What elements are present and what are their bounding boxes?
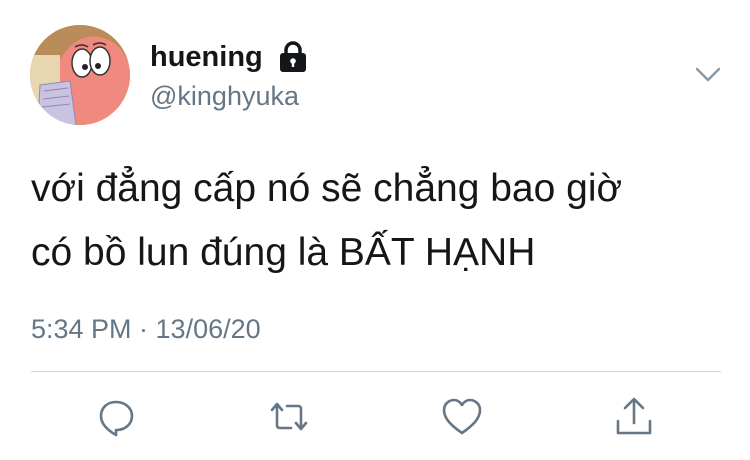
share-button[interactable] — [612, 395, 656, 439]
lock-icon — [280, 41, 306, 72]
chevron-down-icon[interactable] — [692, 60, 724, 88]
share-icon — [616, 397, 652, 435]
user-handle[interactable]: @kinghyuka — [150, 80, 299, 112]
timestamp[interactable]: 5:34 PM · 13/06/20 — [31, 313, 261, 345]
divider — [31, 371, 721, 372]
tweet-text: với đẳng cấp nó sẽ chẳng bao giờ có bồ l… — [31, 157, 731, 285]
tweet-text-line: có bồ lun đúng là BẤT HẠNH — [31, 231, 536, 274]
avatar-image — [30, 25, 130, 125]
tweet-card: huening @kinghyuka với đẳng cấp nó sẽ ch… — [0, 0, 750, 460]
like-button[interactable] — [440, 395, 484, 439]
retweet-button[interactable] — [267, 395, 311, 439]
display-name[interactable]: huening — [150, 40, 263, 74]
retweet-icon — [270, 402, 308, 431]
reply-button[interactable] — [96, 395, 140, 439]
avatar[interactable] — [30, 25, 130, 125]
reply-icon — [99, 400, 134, 437]
heart-icon — [442, 398, 482, 435]
tweet-text-line: với đẳng cấp nó sẽ chẳng bao giờ — [31, 167, 623, 210]
